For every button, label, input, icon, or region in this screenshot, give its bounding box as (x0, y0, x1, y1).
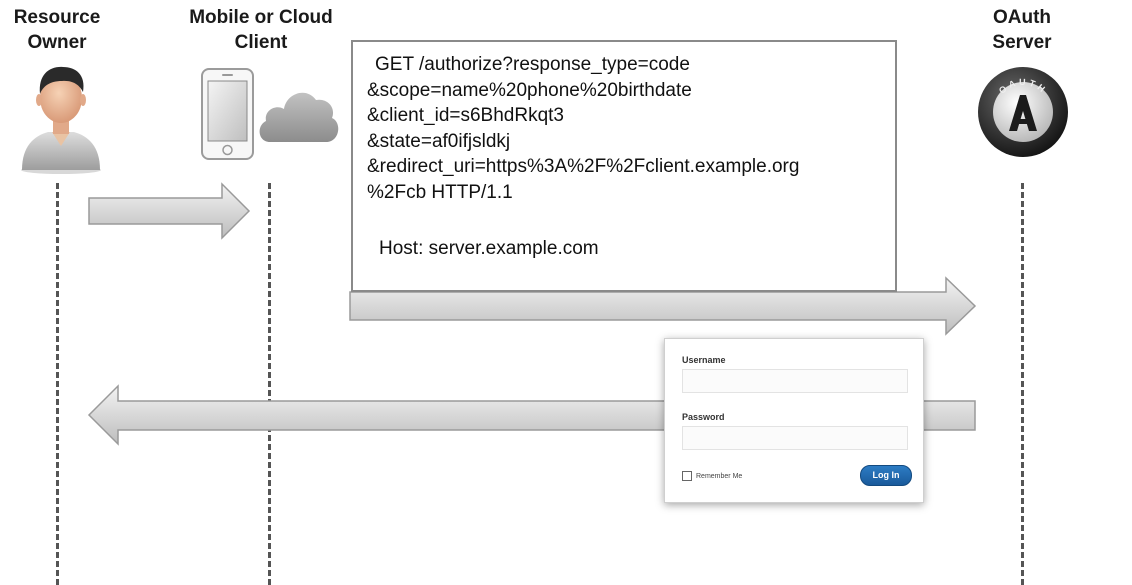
request-line: &scope=name%20phone%20birthdate (367, 79, 692, 101)
request-line: %2Fcb HTTP/1.1 (367, 181, 513, 203)
request-host: Host: server.example.com (379, 238, 599, 259)
remember-me-label: Remember Me (696, 472, 743, 480)
request-line: &redirect_uri=https%3A%2F%2Fclient.examp… (367, 156, 800, 177)
password-field[interactable] (682, 426, 908, 450)
remember-me[interactable]: Remember Me (682, 471, 742, 481)
arrow-owner-to-client (88, 182, 251, 240)
remember-me-checkbox[interactable] (682, 471, 692, 481)
login-button[interactable]: Log In (860, 465, 912, 486)
password-label: Password (682, 412, 725, 422)
request-line: &client_id=s6BhdRkqt3 (367, 105, 564, 126)
request-lines: GET /authorize?response_type=code &scope… (367, 52, 799, 205)
login-form: Username Password Remember Me Log In (664, 338, 924, 503)
request-line: GET /authorize?response_type=code (375, 54, 690, 75)
username-field[interactable] (682, 369, 908, 393)
request-line: &state=af0ifjsldkj (367, 130, 511, 152)
username-label: Username (682, 355, 726, 365)
authorization-request-box: GET /authorize?response_type=code &scope… (351, 40, 897, 292)
